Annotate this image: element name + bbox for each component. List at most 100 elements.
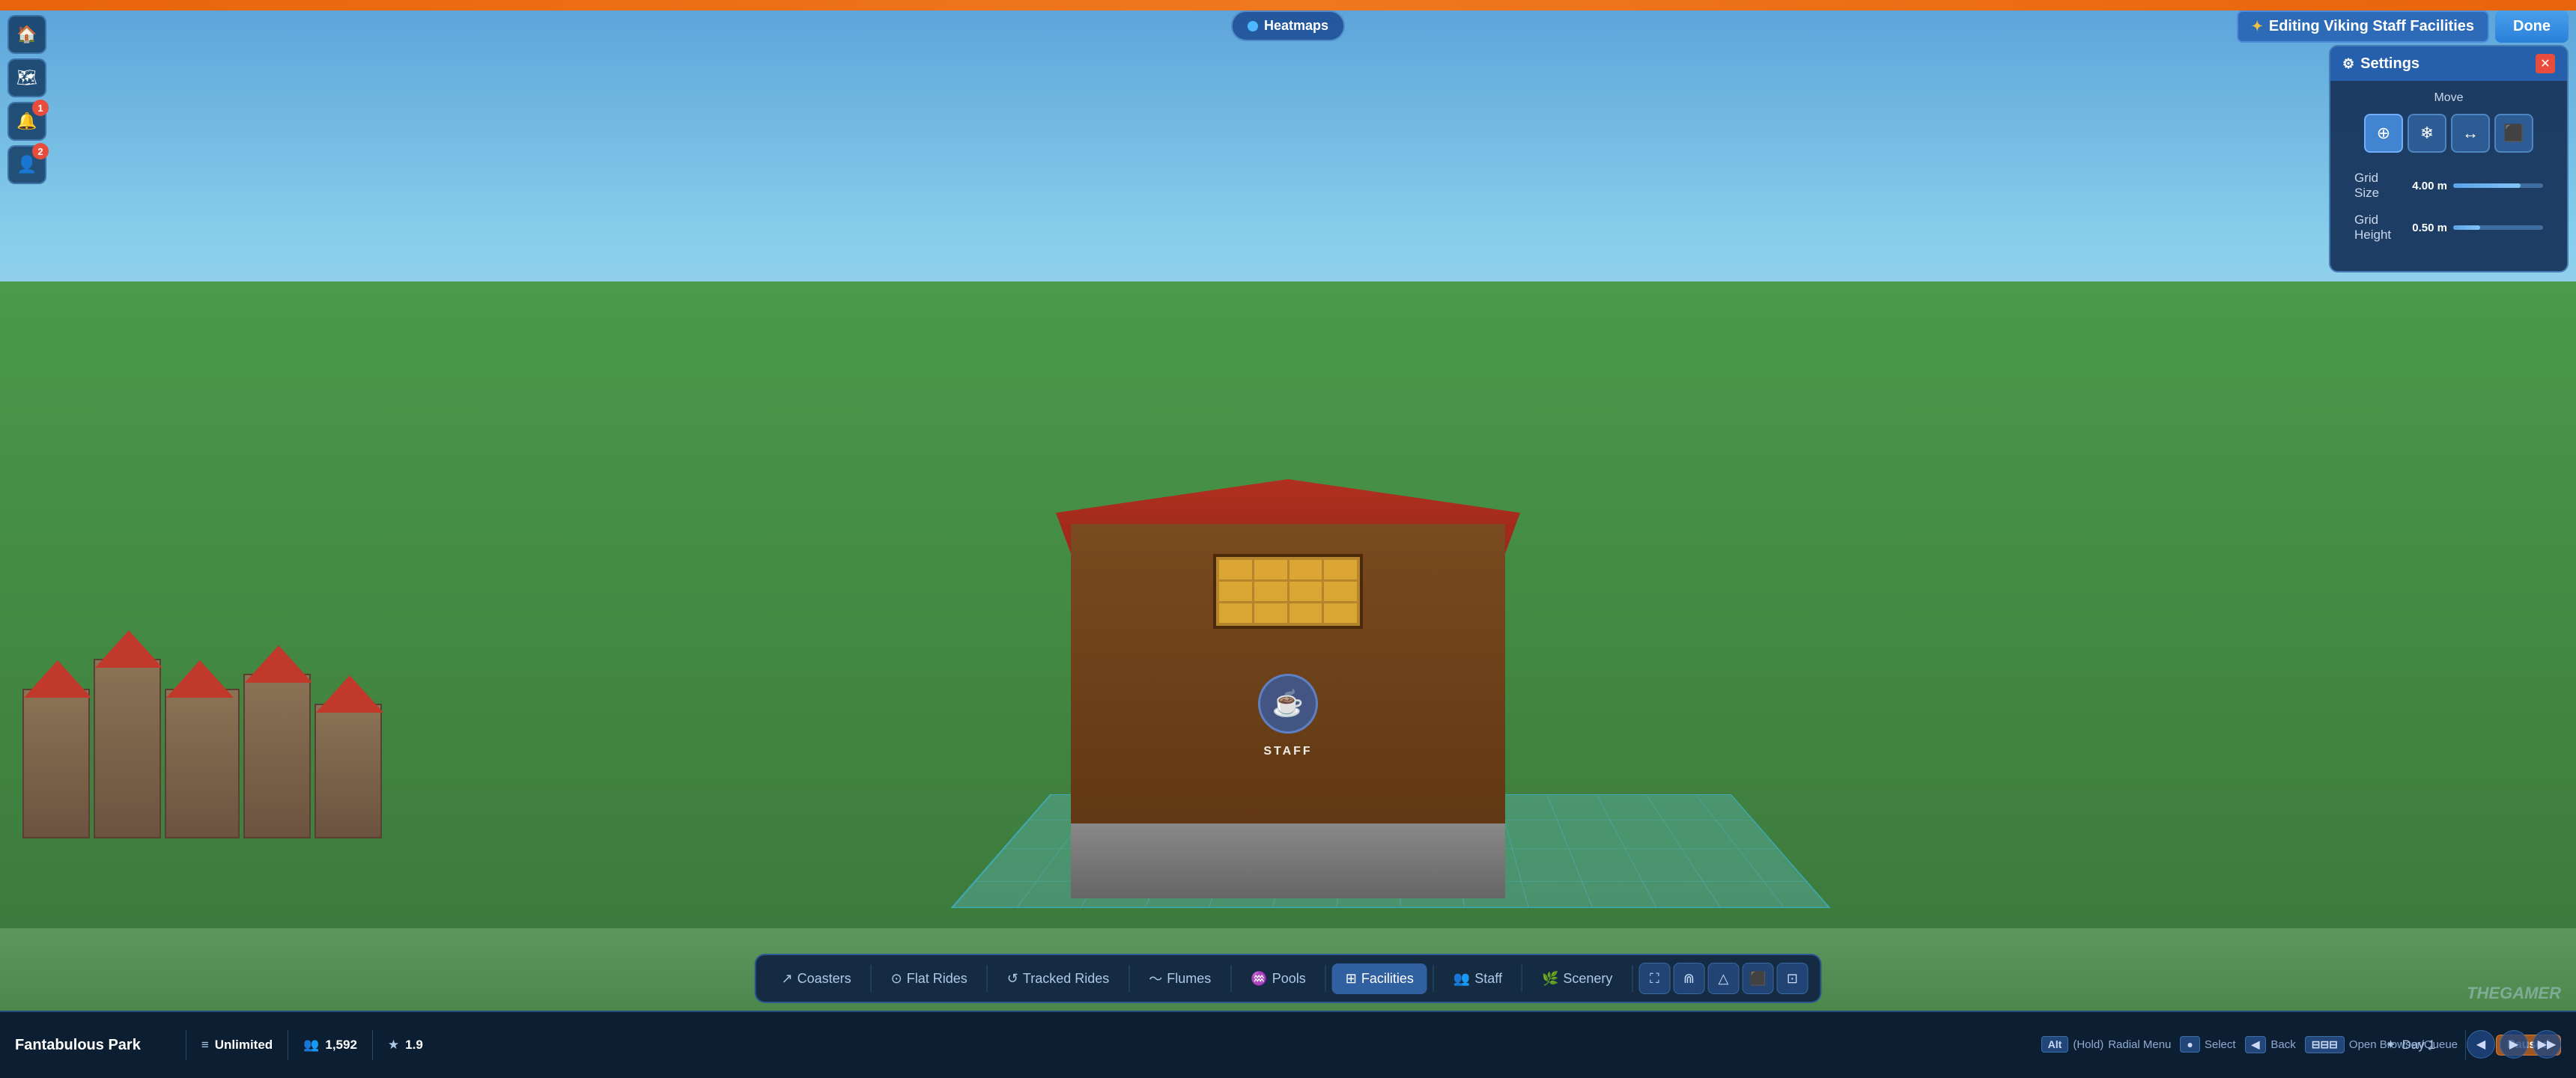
snap-button[interactable]: ⬛ xyxy=(2494,114,2533,153)
freeze-button[interactable]: ❄ xyxy=(2408,114,2446,153)
toolbar-flumes[interactable]: 〜 Flumes xyxy=(1135,961,1224,996)
settings-panel: ⚙ Settings ✕ Move ⊕ ❄ ↔ ⬛ Grid Size 4.00… xyxy=(2329,45,2569,272)
toolbar-flat-rides[interactable]: ⊙ Flat Rides xyxy=(878,963,981,994)
grid-size-control: 4.00 m xyxy=(2406,180,2543,192)
toolbar-pools[interactable]: ♒ Pools xyxy=(1237,963,1319,994)
guests-icon: 👥 xyxy=(303,1038,319,1053)
hold-label: (Hold) xyxy=(2073,1038,2103,1051)
building-walls: ☕ STAFF xyxy=(1071,524,1505,898)
heatmaps-button[interactable]: Heatmaps xyxy=(1231,10,1345,41)
pools-label: Pools xyxy=(1272,971,1306,987)
grid-size-row: Grid Size 4.00 m xyxy=(2342,165,2555,207)
toolbar-icon-btn-4[interactable]: ⬛ xyxy=(1742,963,1773,994)
staff-icon: 👥 xyxy=(1453,971,1470,987)
open-browser-hint: ⊟⊟⊟ Open Browser/Queue xyxy=(2305,1036,2458,1053)
park-name: Fantabulous Park xyxy=(15,1037,141,1054)
editing-bar: ✦ Editing Viking Staff Facilities Done xyxy=(2237,10,2569,43)
move-title: Move xyxy=(2342,91,2555,105)
home-button[interactable]: 🏠 xyxy=(7,15,46,54)
status-div-3 xyxy=(372,1030,373,1060)
nav-buttons: ◀ ▶ ▶▶ xyxy=(2467,1030,2561,1059)
grid-height-label: Grid Height xyxy=(2354,213,2406,243)
move-horizontal-button[interactable]: ↔ xyxy=(2451,114,2490,153)
grid-size-slider[interactable] xyxy=(2453,183,2543,188)
profile-badge: 2 xyxy=(32,143,49,159)
building-4 xyxy=(243,674,311,838)
toolbar-sep-4 xyxy=(1230,965,1231,992)
grid-height-value: 0.50 m xyxy=(2406,222,2447,234)
toolbar-sep-2 xyxy=(987,965,988,992)
alt-key-badge: Alt xyxy=(2041,1036,2069,1053)
settings-header: ⚙ Settings ✕ xyxy=(2330,46,2567,81)
map-button[interactable]: 🗺 xyxy=(7,58,46,97)
flumes-label: Flumes xyxy=(1167,971,1211,987)
bottom-right-controls: Alt (Hold) Radial Menu ● Select ◀ Back ⊟… xyxy=(2026,1011,2576,1078)
toolbar-facilities[interactable]: ⊞ Facilities xyxy=(1332,963,1427,994)
header-bar xyxy=(0,0,2576,10)
move-all-button[interactable]: ⊕ xyxy=(2364,114,2403,153)
coasters-icon: ↗ xyxy=(782,971,793,987)
tracked-rides-label: Tracked Rides xyxy=(1023,971,1109,987)
hud-left: 🏠 🗺 🔔 1 👤 2 xyxy=(7,15,46,184)
browser-key: ⊟⊟⊟ xyxy=(2305,1036,2345,1053)
left-buildings-area xyxy=(22,576,547,838)
back-label: Back xyxy=(2270,1038,2295,1051)
back-hint: ◀ Back xyxy=(2245,1036,2296,1053)
grid-height-control: 0.50 m xyxy=(2406,222,2543,234)
select-label: Select xyxy=(2205,1038,2236,1051)
select-hint: ● Select xyxy=(2180,1036,2235,1053)
grid-size-value: 4.00 m xyxy=(2406,180,2447,192)
grid-height-slider[interactable] xyxy=(2453,225,2543,230)
nav-play-button[interactable]: ▶ xyxy=(2500,1030,2528,1059)
building-base xyxy=(1071,823,1505,898)
toolbar-tracked-rides[interactable]: ↺ Tracked Rides xyxy=(994,963,1123,994)
facilities-label: Facilities xyxy=(1361,971,1414,987)
upper-window xyxy=(1213,554,1363,629)
building-2 xyxy=(94,659,161,838)
building-3 xyxy=(165,689,240,838)
notifications-button[interactable]: 🔔 1 xyxy=(7,102,46,141)
settings-gear-icon: ⚙ xyxy=(2342,56,2354,72)
settings-title: Settings xyxy=(2360,55,2419,73)
nav-prev-button[interactable]: ◀ xyxy=(2467,1030,2495,1059)
back-key: ◀ xyxy=(2245,1036,2267,1053)
staff-label: STAFF xyxy=(1263,745,1312,758)
flat-rides-icon: ⊙ xyxy=(891,971,902,987)
heatmaps-dot-icon xyxy=(1248,21,1258,31)
facilities-icon: ⊞ xyxy=(1346,971,1357,987)
budget-icon: ≡ xyxy=(201,1038,209,1053)
open-browser-label: Open Browser/Queue xyxy=(2349,1038,2458,1051)
bottom-toolbar: ↗ Coasters ⊙ Flat Rides ↺ Tracked Rides … xyxy=(755,954,1822,1003)
toolbar-sep-3 xyxy=(1128,965,1129,992)
toolbar-icon-btn-2[interactable]: ⋒ xyxy=(1673,963,1704,994)
rating-value: 1.9 xyxy=(405,1038,423,1053)
building-5 xyxy=(315,704,382,838)
toolbar-icon-btn-3[interactable]: △ xyxy=(1707,963,1739,994)
editing-text: Editing Viking Staff Facilities xyxy=(2269,18,2474,35)
settings-close-button[interactable]: ✕ xyxy=(2536,54,2555,73)
toolbar-staff[interactable]: 👥 Staff xyxy=(1440,963,1516,994)
scenery-icon: 🌿 xyxy=(1542,971,1558,987)
toolbar-sep-5 xyxy=(1325,965,1326,992)
tracked-rides-icon: ↺ xyxy=(1007,971,1018,987)
guests-count: 1,592 xyxy=(325,1038,357,1053)
editing-label: ✦ Editing Viking Staff Facilities xyxy=(2237,10,2489,43)
coasters-label: Coasters xyxy=(798,971,851,987)
done-button[interactable]: Done xyxy=(2495,10,2569,43)
budget-item: ≡ Unlimited xyxy=(201,1038,273,1053)
toolbar-scenery[interactable]: 🌿 Scenery xyxy=(1528,963,1626,994)
game-viewport: ☕ STAFF xyxy=(0,0,2576,1078)
toolbar-icon-btn-5[interactable]: ⊡ xyxy=(1776,963,1808,994)
flumes-icon: 〜 xyxy=(1149,969,1162,988)
budget-value: Unlimited xyxy=(215,1038,273,1053)
toolbar-icon-btn-1[interactable]: ⛶ xyxy=(1638,963,1670,994)
profile-button[interactable]: 👤 2 xyxy=(7,145,46,184)
editing-icon: ✦ xyxy=(2252,19,2263,34)
nav-next-button[interactable]: ▶▶ xyxy=(2533,1030,2561,1059)
guests-item: 👥 1,592 xyxy=(303,1038,357,1053)
flat-rides-label: Flat Rides xyxy=(907,971,967,987)
pools-icon: ♒ xyxy=(1251,971,1267,987)
move-section: Move ⊕ ❄ ↔ ⬛ Grid Size 4.00 m Grid Heigh… xyxy=(2330,81,2567,259)
toolbar-sep-1 xyxy=(871,965,872,992)
toolbar-coasters[interactable]: ↗ Coasters xyxy=(768,963,865,994)
